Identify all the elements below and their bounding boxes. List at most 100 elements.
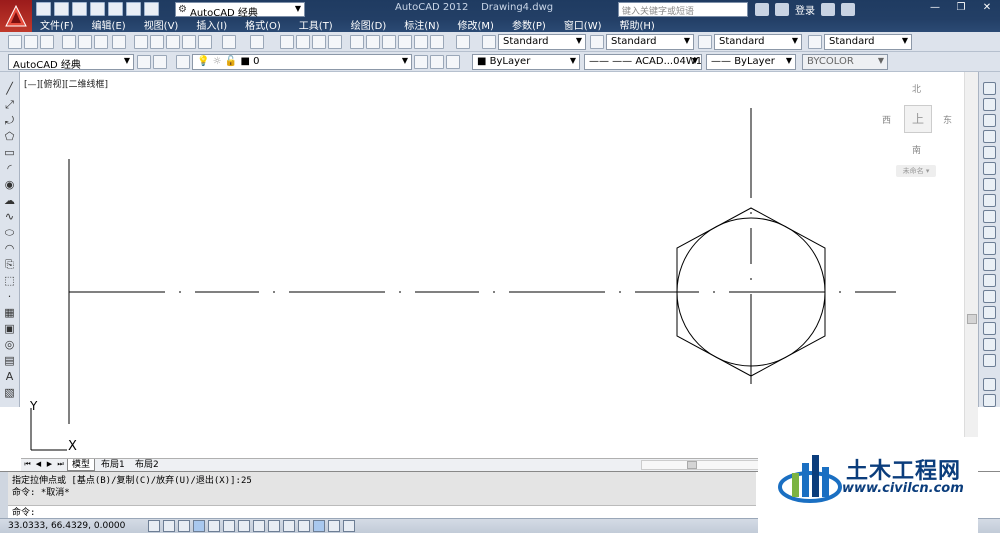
make-block-icon[interactable]: ⬚ xyxy=(3,274,16,287)
array-icon[interactable] xyxy=(983,146,996,159)
viewcube-west[interactable]: 西 xyxy=(882,113,891,126)
trim-icon[interactable] xyxy=(983,226,996,239)
polyline-icon[interactable]: ⤾ xyxy=(3,114,16,127)
design-center-icon[interactable] xyxy=(366,35,380,49)
menu-dimension[interactable]: 标注(N) xyxy=(404,17,439,32)
explode-icon[interactable] xyxy=(983,354,996,367)
ortho-icon[interactable] xyxy=(193,520,205,532)
multileader-style-icon[interactable] xyxy=(808,35,822,49)
otrack-icon[interactable] xyxy=(253,520,265,532)
mirror-icon[interactable] xyxy=(983,114,996,127)
quickcalc-icon[interactable] xyxy=(430,35,444,49)
layer-previous-icon[interactable] xyxy=(430,55,444,69)
ellipse-icon[interactable]: ⬭ xyxy=(3,226,16,239)
polygon-icon[interactable]: ⬠ xyxy=(3,130,16,143)
plot-icon[interactable] xyxy=(62,35,76,49)
viewcube[interactable]: 北 西 东 上 南 未命名 ▾ xyxy=(876,80,964,180)
dim-style-select[interactable]: Standard ▼ xyxy=(606,34,694,50)
table-style-select[interactable]: Standard ▼ xyxy=(714,34,802,50)
close-button[interactable]: ✕ xyxy=(974,0,1000,16)
lineweight-toggle-icon[interactable] xyxy=(298,520,310,532)
move-icon[interactable] xyxy=(983,162,996,175)
polar-tracking-icon[interactable] xyxy=(208,520,220,532)
rotate-icon[interactable] xyxy=(983,178,996,191)
break-at-point-icon[interactable] xyxy=(983,258,996,271)
cut-icon[interactable] xyxy=(134,35,148,49)
break-icon[interactable] xyxy=(983,274,996,287)
ducs-icon[interactable] xyxy=(268,520,280,532)
sheet-set-icon[interactable] xyxy=(398,35,412,49)
menu-file[interactable]: 文件(F) xyxy=(40,17,74,32)
save-icon[interactable] xyxy=(72,2,87,16)
command-window-grip[interactable] xyxy=(0,472,8,519)
print-icon[interactable] xyxy=(108,2,123,16)
help-search-input[interactable]: 键入关键字或短语 xyxy=(618,2,748,17)
mtext-icon[interactable]: A xyxy=(3,370,16,383)
menu-modify[interactable]: 修改(M) xyxy=(458,17,494,32)
text-style-icon[interactable] xyxy=(482,35,496,49)
table-icon[interactable]: ▤ xyxy=(3,354,16,367)
spline-icon[interactable]: ∿ xyxy=(3,210,16,223)
first-tab-icon[interactable]: ⏮ xyxy=(23,460,32,469)
color-select[interactable]: ■ ByLayer ▼ xyxy=(472,54,580,70)
minimize-button[interactable]: — xyxy=(922,0,948,16)
menu-insert[interactable]: 插入(I) xyxy=(196,17,227,32)
drawing-canvas[interactable]: [—][俯视][二维线框] Y X 北 西 东 上 南 未命名 ▾ xyxy=(21,72,964,458)
gear-icon[interactable] xyxy=(137,55,151,69)
qnew-icon[interactable] xyxy=(8,35,22,49)
offset-icon[interactable] xyxy=(983,130,996,143)
zoom-previous-icon[interactable] xyxy=(328,35,342,49)
text-style-select[interactable]: Standard ▼ xyxy=(498,34,586,50)
arc-icon[interactable]: ◜ xyxy=(3,162,16,175)
open-icon[interactable] xyxy=(24,35,38,49)
object-snap-icon[interactable] xyxy=(223,520,235,532)
construction-line-icon[interactable]: ⤢ xyxy=(3,98,16,111)
menu-tools[interactable]: 工具(T) xyxy=(299,17,333,32)
properties-icon[interactable] xyxy=(350,35,364,49)
user-icon[interactable] xyxy=(775,3,789,16)
snap-mode-icon[interactable] xyxy=(163,520,175,532)
binoculars-icon[interactable] xyxy=(755,3,769,16)
draworder-back-icon[interactable] xyxy=(983,394,996,407)
infer-constraints-icon[interactable] xyxy=(148,520,160,532)
viewcube-top-face[interactable]: 上 xyxy=(904,105,932,133)
workspace-settings-icon[interactable] xyxy=(153,55,167,69)
redo-icon[interactable] xyxy=(144,2,159,16)
revision-cloud-icon[interactable]: ☁ xyxy=(3,194,16,207)
layer-state-icon[interactable] xyxy=(446,55,460,69)
join-icon[interactable] xyxy=(983,290,996,303)
scroll-thumb[interactable] xyxy=(687,461,697,469)
gradient-icon[interactable]: ▣ xyxy=(3,322,16,335)
plot-style-select[interactable]: BYCOLOR ▼ xyxy=(802,54,888,70)
transparency-icon[interactable] xyxy=(313,520,325,532)
copy-icon[interactable] xyxy=(150,35,164,49)
last-tab-icon[interactable]: ⏭ xyxy=(56,460,65,469)
new-icon[interactable] xyxy=(36,2,51,16)
layer-select[interactable]: 💡 ☼ 🔓 ■ 0 ▼ xyxy=(192,54,412,70)
publish-icon[interactable] xyxy=(94,35,108,49)
erase-icon[interactable] xyxy=(983,82,996,95)
lineweight-select[interactable]: —— ByLayer ▼ xyxy=(706,54,796,70)
workspace-select-2[interactable]: AutoCAD 经典 ▼ xyxy=(8,54,134,70)
cursor-coordinates[interactable]: 33.0333, 66.4329, 0.0000 xyxy=(8,521,125,531)
point-icon[interactable]: · xyxy=(3,290,16,303)
blend-curves-icon[interactable] xyxy=(983,338,996,351)
region-icon[interactable]: ◎ xyxy=(3,338,16,351)
dim-style-icon[interactable] xyxy=(590,35,604,49)
draworder-icon[interactable] xyxy=(983,378,996,391)
viewcube-south[interactable]: 南 xyxy=(912,143,921,156)
help-icon[interactable] xyxy=(841,3,855,16)
viewcube-east[interactable]: 东 xyxy=(943,113,952,126)
preview-icon[interactable] xyxy=(78,35,92,49)
scroll-thumb[interactable] xyxy=(967,314,977,324)
tab-layout2[interactable]: 布局2 xyxy=(131,459,163,471)
match-properties-icon[interactable] xyxy=(182,35,196,49)
pan-icon[interactable] xyxy=(280,35,294,49)
menu-parametric[interactable]: 参数(P) xyxy=(512,17,546,32)
ucs-menu[interactable]: 未命名 ▾ xyxy=(896,165,936,177)
insert-block-icon[interactable]: ⎘ xyxy=(3,258,16,271)
menu-edit[interactable]: 编辑(E) xyxy=(92,17,126,32)
selection-cycling-icon[interactable] xyxy=(343,520,355,532)
menu-format[interactable]: 格式(O) xyxy=(245,17,281,32)
block-editor-icon[interactable] xyxy=(198,35,212,49)
